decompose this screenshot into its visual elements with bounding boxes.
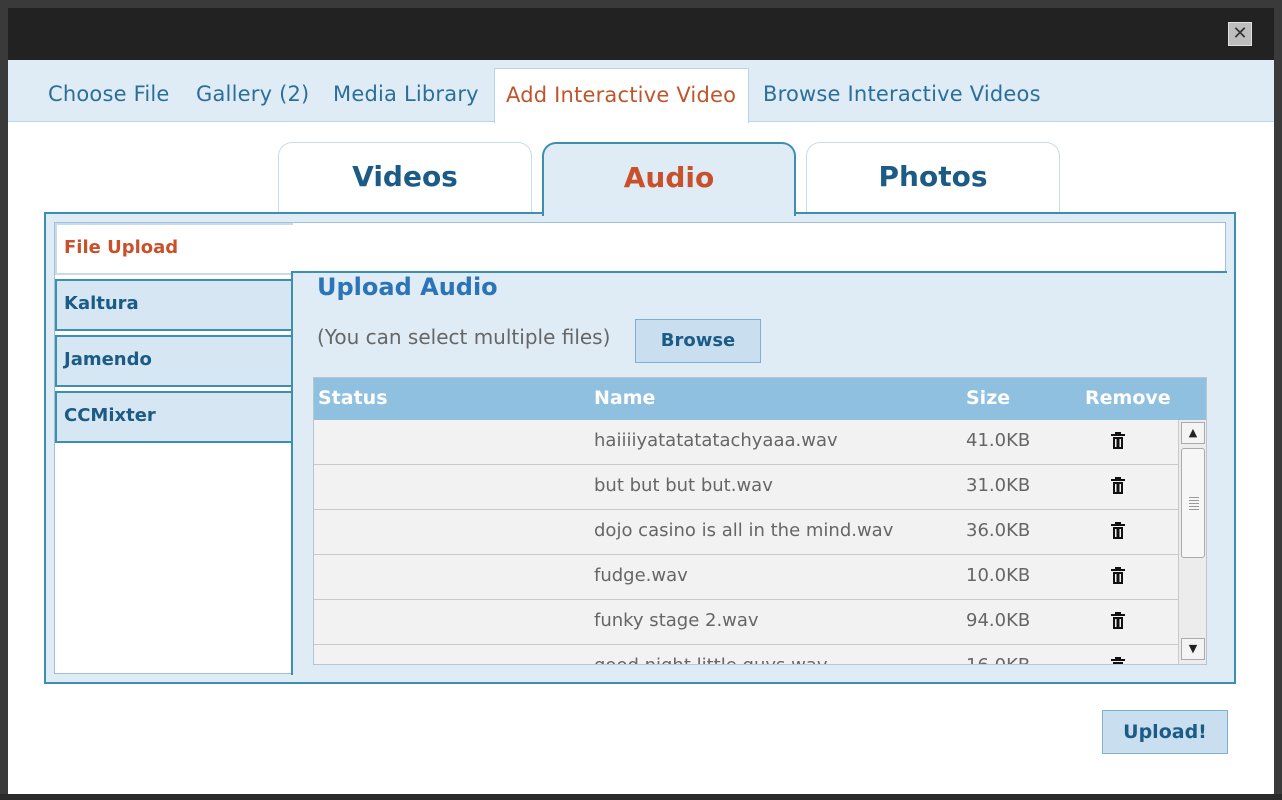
row-size: 41.0KB [966,430,1031,451]
tab-choose-file[interactable]: Choose File [48,82,170,106]
upload-hint: (You can select multiple files) [317,325,611,349]
source-panel: File Upload Kaltura Jamendo CCMixter Upl… [54,222,1227,675]
tab-add-interactive-video[interactable]: Add Interactive Video [494,68,749,123]
trash-icon[interactable] [1110,611,1126,631]
browse-button[interactable]: Browse [635,319,761,363]
table-row: but but but but.wav 31.0KB [314,465,1178,510]
bottom-edge [0,794,1282,800]
trash-icon[interactable] [1110,566,1126,586]
app-window: ✕ Choose File Gallery (2) Media Library … [0,0,1282,800]
scroll-down-icon[interactable]: ▼ [1181,638,1205,660]
column-remove: Remove [1085,387,1171,409]
row-size: 10.0KB [966,565,1031,586]
row-size: 36.0KB [966,520,1031,541]
close-button[interactable]: ✕ [1228,22,1252,46]
row-size: 94.0KB [966,610,1031,631]
row-name: good night little guys.wav [594,655,828,664]
table-row: haiiiiyatatatatachyaaa.wav 41.0KB [314,420,1178,465]
media-tab-photos[interactable]: Photos [806,142,1060,214]
scroll-thumb[interactable] [1181,448,1205,558]
sidebar-item-kaltura[interactable]: Kaltura [55,279,293,331]
sidebar-item-jamendo[interactable]: Jamendo [55,335,293,387]
tab-media-library[interactable]: Media Library [333,82,479,106]
table-row: fudge.wav 10.0KB [314,555,1178,600]
upload-button[interactable]: Upload! [1102,710,1228,754]
trash-icon[interactable] [1110,431,1126,451]
row-name: fudge.wav [594,565,688,586]
table-row: dojo casino is all in the mind.wav 36.0K… [314,510,1178,555]
row-size: 16.0KB [966,655,1030,664]
table-row: good night little guys.wav 16.0KB [314,645,1178,665]
table-scrollbar[interactable]: ▲ ▼ [1178,420,1206,664]
row-name: funky stage 2.wav [594,610,759,631]
media-tab-audio[interactable]: Audio [542,142,796,216]
sidebar-item-ccmixter[interactable]: CCMixter [55,391,293,443]
tab-browse-interactive-videos[interactable]: Browse Interactive Videos [763,82,1041,106]
title-bar [8,8,1274,60]
row-name: but but but but.wav [594,475,773,496]
file-table: Status Name Size Remove haiiiiyatatatata… [313,377,1207,665]
sidebar-item-file-upload[interactable]: File Upload [55,223,293,275]
top-tab-bar: Choose File Gallery (2) Media Library Ad… [8,60,1274,123]
row-name: dojo casino is all in the mind.wav [594,520,894,541]
trash-icon[interactable] [1110,521,1126,541]
column-status: Status [318,387,388,409]
scroll-up-icon[interactable]: ▲ [1181,422,1205,444]
grip-icon [1189,497,1199,511]
media-panel: File Upload Kaltura Jamendo CCMixter Upl… [44,212,1236,684]
column-name: Name [594,387,656,409]
trash-icon[interactable] [1110,476,1126,496]
table-row: funky stage 2.wav 94.0KB [314,600,1178,645]
column-size: Size [966,387,1011,409]
row-size: 31.0KB [966,475,1031,496]
close-icon: ✕ [1232,23,1248,44]
trash-icon[interactable] [1110,656,1126,665]
media-dialog: Choose File Gallery (2) Media Library Ad… [8,60,1274,794]
upload-title: Upload Audio [317,273,498,301]
table-body: haiiiiyatatatatachyaaa.wav 41.0KB but bu… [314,420,1178,665]
tab-gallery[interactable]: Gallery (2) [196,82,309,106]
upload-content: Upload Audio (You can select multiple fi… [291,271,1227,675]
media-tab-videos[interactable]: Videos [278,142,532,214]
table-header: Status Name Size Remove [314,378,1206,420]
row-name: haiiiiyatatatatachyaaa.wav [594,430,838,451]
